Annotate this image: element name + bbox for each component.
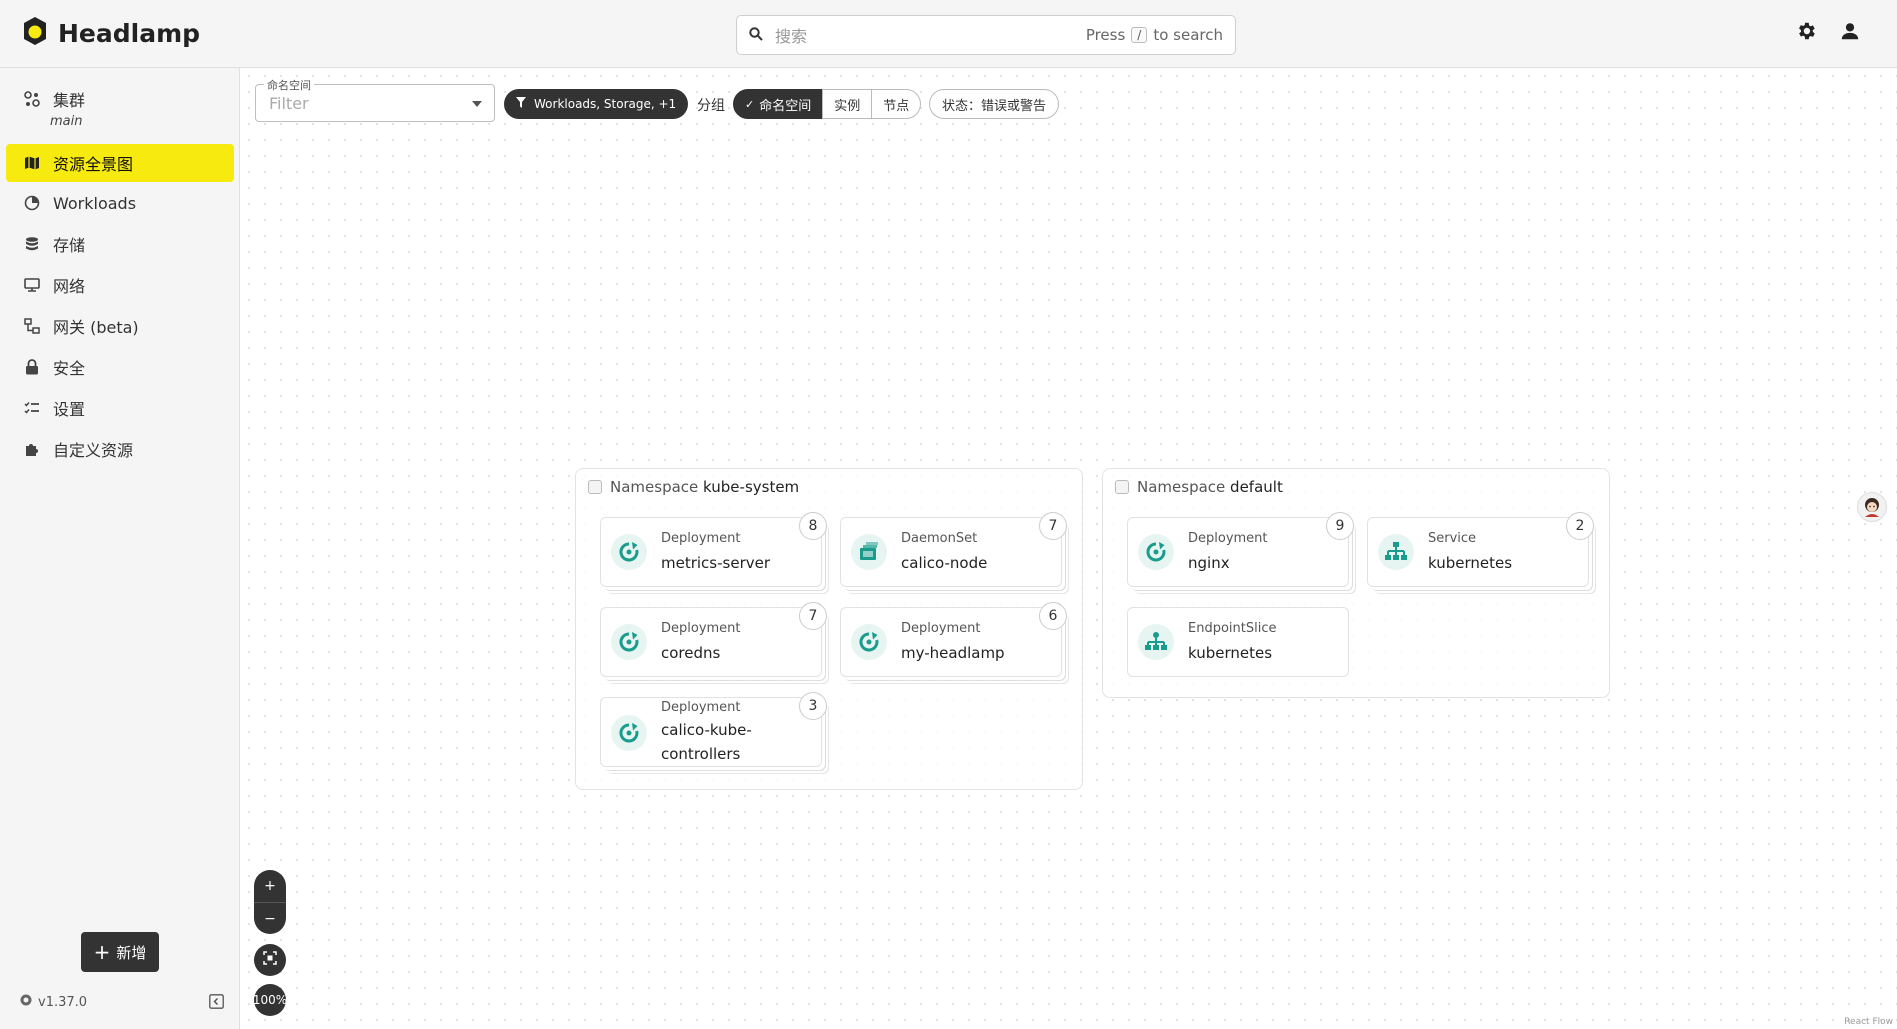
workloads-icon: [23, 194, 41, 212]
search-input[interactable]: 搜索: [775, 23, 1086, 47]
resource-map-canvas[interactable]: 命名空间 Filter Workloads, Storage, +1 分组 ✓ …: [241, 68, 1897, 1029]
sidebar: 集群 main 资源全景图 Workloads 存储 网络 网关 (beta): [0, 68, 240, 1029]
sidebar-item-network[interactable]: 网络: [6, 266, 234, 304]
sidebar-item-label: 资源全景图: [53, 155, 134, 174]
service-icon: [1378, 534, 1414, 570]
cluster-name: main: [50, 114, 83, 129]
sidebar-item-label: 网关 (beta): [53, 318, 139, 337]
sidebar-item-label: 设置: [53, 400, 86, 419]
resource-card[interactable]: EndpointSlice kubernetes: [1127, 607, 1349, 677]
namespace-filter-label: 命名空间: [264, 77, 314, 93]
resource-card[interactable]: Service kubernetes 2: [1367, 512, 1594, 587]
shortcut-key: /: [1131, 27, 1148, 43]
cluster-icon: [23, 90, 41, 108]
zoom-out-button[interactable]: −: [254, 902, 286, 934]
user-account-icon[interactable]: [1839, 20, 1861, 46]
app-title: Headlamp: [58, 18, 201, 48]
sidebar-item-label: 安全: [53, 359, 86, 378]
deployment-icon: [611, 534, 647, 570]
namespace-checkbox-icon[interactable]: [1115, 480, 1129, 494]
instance-count-badge: 7: [1039, 512, 1067, 540]
sidebar-item-workloads[interactable]: Workloads: [6, 184, 234, 222]
headlamp-logo-icon: [22, 16, 48, 50]
sidebar-item-label: 存储: [53, 236, 86, 255]
puzzle-icon: [23, 440, 41, 458]
resource-card[interactable]: Deployment my-headlamp 6: [840, 602, 1067, 677]
sidebar-item-security[interactable]: 安全: [6, 348, 234, 386]
namespace-title: Namespace default: [1115, 478, 1283, 496]
zoom-level-button[interactable]: 100%: [253, 984, 287, 1016]
resource-card[interactable]: DaemonSet calico-node 7: [840, 512, 1067, 587]
group-by-label: 分组: [697, 98, 725, 114]
daemonset-icon: [851, 534, 887, 570]
group-option-instance[interactable]: 实例: [822, 89, 873, 119]
resource-kind-filter-chip[interactable]: Workloads, Storage, +1: [504, 89, 689, 119]
sidebar-item-label: 自定义资源: [53, 441, 134, 460]
resource-card[interactable]: Deployment nginx 9: [1127, 512, 1354, 587]
fit-view-button[interactable]: [254, 944, 286, 976]
namespace-filter-select[interactable]: 命名空间 Filter: [255, 77, 495, 122]
sidebar-item-gateway[interactable]: 网关 (beta): [6, 307, 234, 345]
filter-icon: [516, 97, 526, 111]
sidebar-item-custom-resources[interactable]: 自定义资源: [6, 430, 234, 468]
map-icon: [23, 154, 41, 172]
instance-count-badge: 8: [799, 512, 827, 540]
instance-count-badge: 7: [799, 602, 827, 630]
deployment-icon: [611, 624, 647, 660]
sidebar-item-map[interactable]: 资源全景图: [6, 144, 234, 182]
version-badge-icon: [20, 994, 32, 1010]
version-info: v1.37.0: [20, 994, 87, 1010]
app-logo[interactable]: Headlamp: [22, 16, 200, 50]
fit-view-icon: [263, 951, 277, 969]
endpointslice-icon: [1138, 624, 1174, 660]
namespace-group-kube-system[interactable]: Namespace kube-system Deployment metrics…: [575, 468, 1083, 790]
sidebar-item-settings[interactable]: 设置: [6, 389, 234, 427]
resource-card[interactable]: Deployment calico-kube-controllers 3: [600, 692, 827, 767]
header-actions: [1795, 20, 1861, 46]
add-resource-button[interactable]: + 新增: [81, 932, 159, 972]
instance-count-badge: 2: [1566, 512, 1594, 540]
group-by-toggle: ✓ 命名空间 实例 节点: [733, 89, 922, 119]
collapse-sidebar-icon[interactable]: [209, 994, 224, 1013]
instance-count-badge: 6: [1039, 602, 1067, 630]
status-filter-chip[interactable]: 状态：错误或警告: [929, 89, 1060, 119]
network-icon: [23, 276, 41, 294]
namespace-title: Namespace kube-system: [588, 478, 799, 496]
sidebar-item-label: Workloads: [53, 193, 137, 213]
zoom-controls: + −: [254, 870, 286, 934]
search-icon: [749, 26, 763, 45]
app-header: Headlamp 搜索 Press / to search: [0, 0, 1897, 68]
sidebar-item-label: 集群: [53, 91, 86, 110]
group-option-node[interactable]: 节点: [871, 89, 922, 119]
resource-card[interactable]: Deployment metrics-server 8: [600, 512, 827, 587]
settings-gear-icon[interactable]: [1795, 20, 1817, 46]
instance-count-badge: 3: [799, 692, 827, 720]
namespace-filter-input[interactable]: Filter: [269, 94, 309, 113]
assistant-avatar-icon[interactable]: [1857, 492, 1887, 522]
plus-icon: +: [93, 940, 111, 964]
react-flow-attribution[interactable]: React Flow: [1844, 1017, 1893, 1027]
sidebar-item-storage[interactable]: 存储: [6, 225, 234, 263]
zoom-in-button[interactable]: +: [254, 870, 286, 902]
deployment-icon: [1138, 534, 1174, 570]
lock-icon: [23, 358, 41, 376]
namespace-group-default[interactable]: Namespace default Deployment nginx 9 Ser…: [1102, 468, 1610, 698]
search-shortcut-hint: Press / to search: [1085, 26, 1223, 44]
instance-count-badge: 9: [1326, 512, 1354, 540]
gateway-icon: [23, 317, 41, 335]
resource-card[interactable]: Deployment coredns 7: [600, 602, 827, 677]
storage-icon: [23, 235, 41, 253]
deployment-icon: [611, 715, 647, 751]
settings-list-icon: [23, 399, 41, 417]
chevron-down-icon[interactable]: [472, 101, 482, 107]
sidebar-item-label: 网络: [53, 277, 86, 296]
global-search[interactable]: 搜索 Press / to search: [736, 15, 1236, 55]
namespace-checkbox-icon[interactable]: [588, 480, 602, 494]
sidebar-item-cluster[interactable]: 集群: [6, 80, 234, 118]
deployment-icon: [851, 624, 887, 660]
group-option-namespace[interactable]: ✓ 命名空间: [733, 89, 824, 119]
check-icon: ✓: [745, 97, 755, 111]
